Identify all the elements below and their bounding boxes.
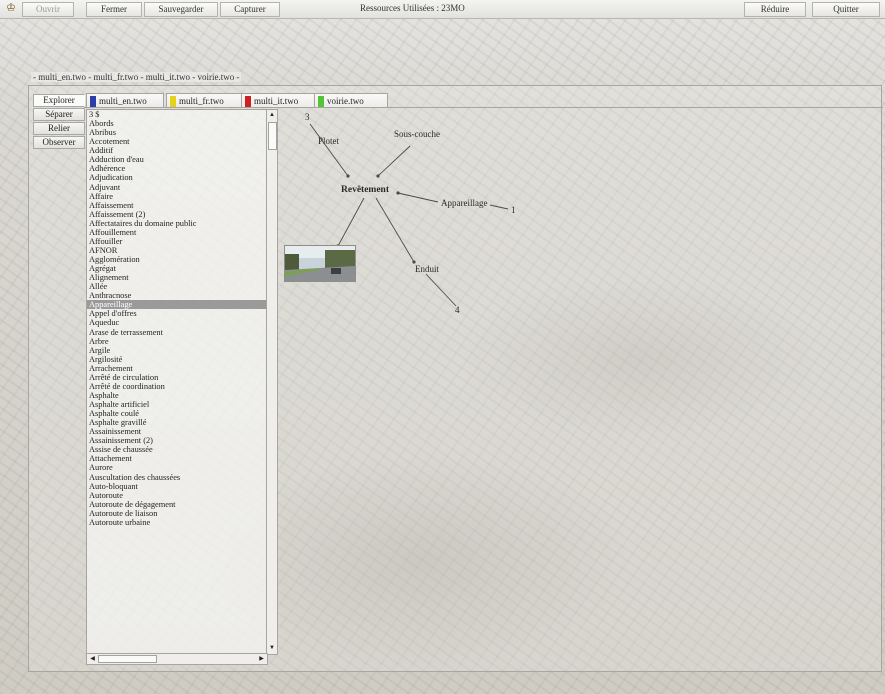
edge-center-thumbnail xyxy=(337,197,365,247)
arrowhead-icon xyxy=(396,191,400,195)
node-plotet[interactable]: Plotet xyxy=(318,136,339,146)
edge-enduit-4 xyxy=(425,273,457,307)
edge-center-souscouche xyxy=(377,145,411,177)
arrowhead-icon xyxy=(376,174,380,178)
edge-center-3 xyxy=(309,123,349,177)
node-appareillage[interactable]: Appareillage xyxy=(441,198,487,208)
count-label: 1 xyxy=(511,205,516,215)
node-center-revetement[interactable]: Revêtement xyxy=(341,185,389,195)
arrowhead-icon xyxy=(346,174,350,178)
edge-center-enduit xyxy=(375,197,415,263)
street-photo-icon xyxy=(285,246,355,281)
edge-center-appareillage xyxy=(397,192,439,203)
count-label: 4 xyxy=(455,305,460,315)
count-label: 3 xyxy=(305,112,310,122)
edge-appareillage-1 xyxy=(489,204,509,210)
node-sous-couche[interactable]: Sous-couche xyxy=(394,129,440,139)
node-enduit[interactable]: Enduit xyxy=(415,264,439,274)
node-image-thumbnail[interactable] xyxy=(284,245,356,282)
concept-graph xyxy=(309,123,509,307)
